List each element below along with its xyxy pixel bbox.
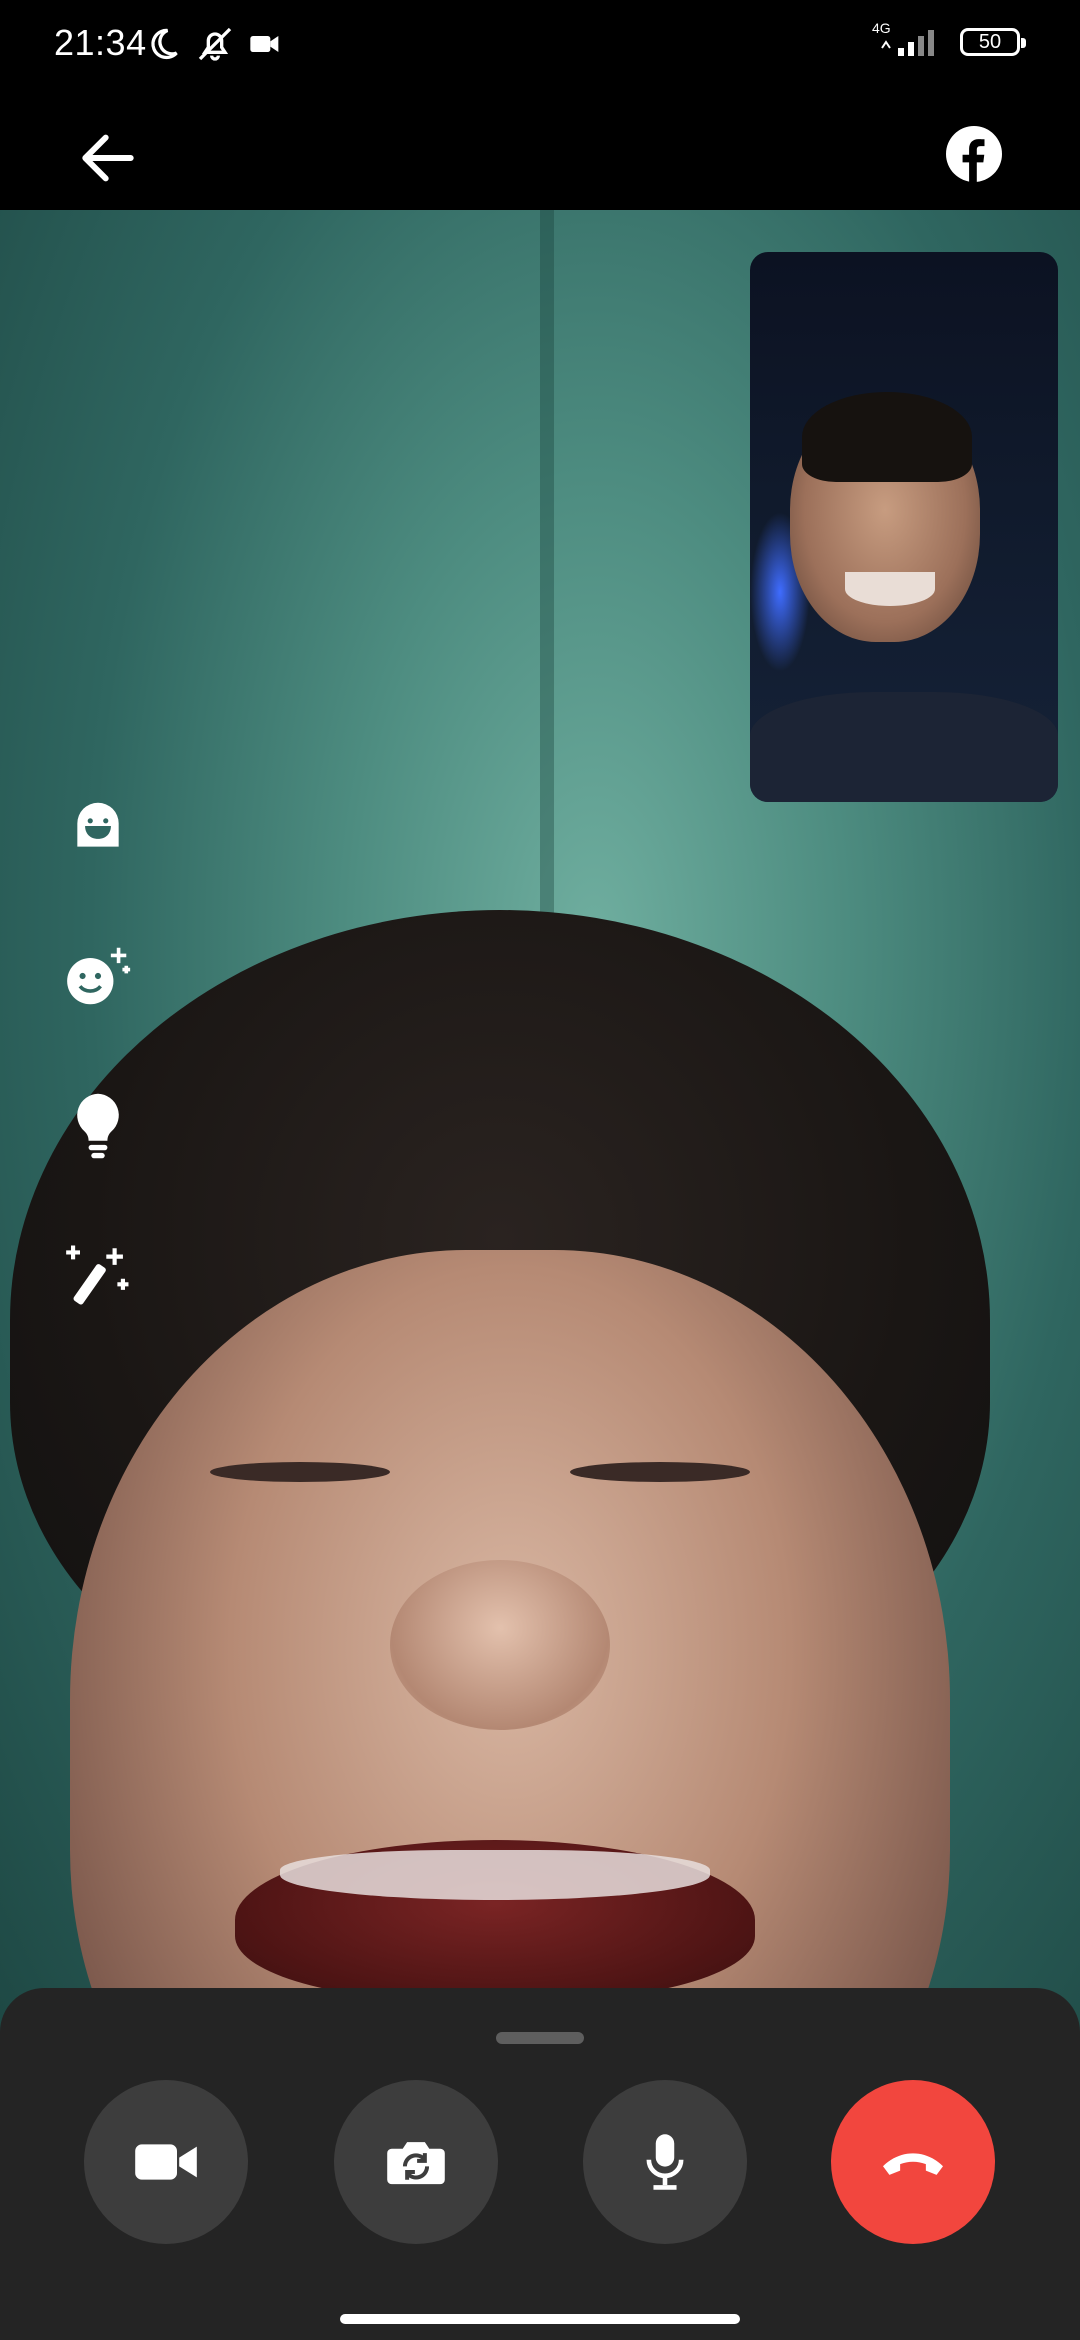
- remote-eye-left: [210, 1462, 390, 1482]
- video-camera-icon: [135, 2144, 197, 2180]
- bell-off-icon: [198, 27, 232, 61]
- mute-microphone-button[interactable]: [583, 2080, 747, 2244]
- preview-person-body: [750, 692, 1058, 802]
- flip-camera-icon: [387, 2142, 445, 2185]
- flip-camera-button[interactable]: [334, 2080, 498, 2244]
- preview-person-hair: [802, 392, 972, 482]
- avatar-effect-icon: [77, 802, 119, 847]
- magic-effects-button[interactable]: [62, 1240, 134, 1312]
- self-preview[interactable]: [750, 252, 1058, 802]
- background-wall: [540, 210, 554, 990]
- remote-eye-right: [570, 1462, 750, 1482]
- magic-wand-icon: [66, 1245, 129, 1305]
- remote-teeth: [280, 1850, 710, 1900]
- sheet-handle[interactable]: [496, 2032, 584, 2044]
- arrow-left-icon: [82, 134, 134, 182]
- remote-nose: [390, 1560, 610, 1730]
- status-right-icons: 4G 50: [872, 20, 1026, 58]
- status-left-icons: [145, 24, 281, 64]
- battery-level: 50: [978, 30, 1002, 53]
- face-sparkle-icon: [67, 947, 131, 1005]
- toggle-video-button[interactable]: [84, 2080, 248, 2244]
- battery-icon: 50: [960, 28, 1026, 56]
- microphone-icon: [646, 2134, 684, 2190]
- facebook-button[interactable]: [946, 126, 1006, 186]
- lighting-button[interactable]: [62, 1090, 134, 1162]
- moon-icon: [151, 28, 178, 60]
- avatar-effect-button[interactable]: [62, 790, 134, 862]
- preview-person-smile: [845, 572, 935, 606]
- status-bar: 21:34 4G 50: [0, 0, 1080, 96]
- face-effects-button[interactable]: [62, 940, 134, 1012]
- end-call-button[interactable]: [831, 2080, 995, 2244]
- video-camera-small-icon: [250, 36, 279, 52]
- status-time: 21:34: [54, 22, 147, 63]
- call-controls-sheet: [0, 1988, 1080, 2340]
- top-app-bar: [0, 96, 1080, 210]
- signal-icon: 4G: [872, 20, 944, 58]
- back-button[interactable]: [76, 126, 140, 190]
- facebook-icon: [946, 126, 1002, 182]
- lightbulb-icon: [77, 1093, 119, 1159]
- end-call-icon: [883, 2153, 943, 2175]
- network-label: 4G: [872, 20, 891, 36]
- home-indicator[interactable]: [340, 2314, 740, 2324]
